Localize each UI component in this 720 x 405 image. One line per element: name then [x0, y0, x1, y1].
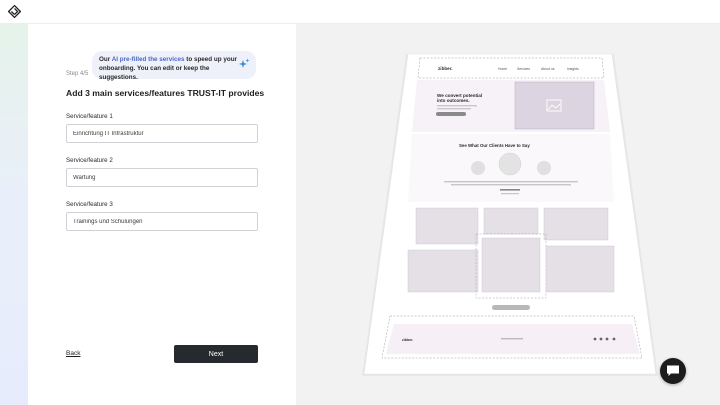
decorative-gradient-strip — [0, 24, 28, 405]
next-button[interactable]: Next — [174, 345, 258, 363]
preview-hero-line2: into outcomes. — [437, 98, 470, 103]
service-1-label: Service/feature 1 — [66, 113, 113, 120]
hint-highlight: AI pre-filled the services — [111, 56, 185, 63]
preview-menu-services: Services — [517, 67, 530, 71]
service-3-input[interactable] — [66, 212, 258, 231]
diamond-logo-icon[interactable] — [7, 4, 22, 19]
chat-button[interactable] — [660, 358, 686, 384]
ai-hint-bubble: Our AI pre-filled the services to speed … — [92, 51, 256, 81]
preview-menu-home: Home — [498, 67, 507, 71]
website-preview-mockup: zibber. Home Services About us Insights … — [362, 53, 658, 376]
chat-bubble-icon — [667, 365, 679, 376]
preview-menu-about: About us — [541, 67, 555, 71]
service-2-label: Service/feature 2 — [66, 157, 113, 164]
preview-logo: zibber. — [438, 66, 453, 71]
preview-footer-logo: zibber. — [402, 338, 413, 342]
service-2-input[interactable] — [66, 168, 258, 187]
preview-menu-insights: Insights — [567, 67, 579, 71]
website-preview-area: zibber. Home Services About us Insights … — [296, 24, 720, 405]
service-3-label: Service/feature 3 — [66, 201, 113, 208]
top-bar — [0, 0, 720, 24]
back-link[interactable]: Back — [66, 350, 80, 357]
hint-prefix: Our — [99, 56, 112, 63]
page-title: Add 3 main services/features TRUST-IT pr… — [66, 88, 265, 98]
service-1-input[interactable] — [66, 124, 258, 143]
sparkle-icon — [238, 58, 250, 70]
preview-testimonials-title: See What Our Clients Have to Say — [459, 143, 530, 148]
step-indicator: Step 4/5 — [66, 71, 89, 77]
